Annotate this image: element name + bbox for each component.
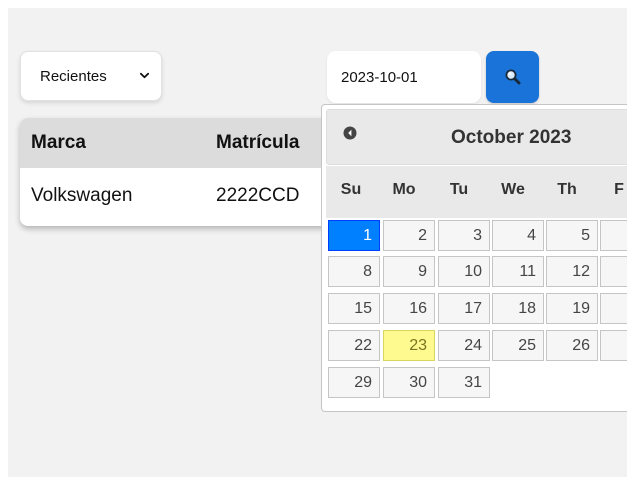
table-row[interactable]: Volkswagen 2222CCD: [20, 168, 330, 224]
day-cell[interactable]: 11: [492, 256, 544, 287]
search-button[interactable]: [486, 51, 539, 103]
day-cell[interactable]: 30: [383, 367, 435, 398]
day-cell[interactable]: 1: [600, 256, 627, 287]
vehicles-table: Marca Matrícula Volkswagen 2222CCD: [20, 118, 330, 226]
circle-arrow-left-icon[interactable]: [343, 126, 357, 140]
day-cell[interactable]: 23: [383, 330, 435, 361]
day-cell[interactable]: 4: [492, 220, 544, 251]
day-cell[interactable]: 15: [328, 293, 380, 324]
day-cell[interactable]: 29: [328, 367, 380, 398]
datepicker-popup: October 2023 Su Mo Tu We Th F 1 2 3 4 5 8 9 10 1…: [321, 104, 627, 412]
sort-select-value: Recientes: [40, 67, 107, 85]
column-header-matricula: Matrícula: [216, 132, 300, 153]
day-cell[interactable]: 31: [438, 367, 490, 398]
day-cell[interactable]: 9: [383, 256, 435, 287]
day-cell[interactable]: 3: [438, 220, 490, 251]
datepicker-header: October 2023: [326, 109, 627, 165]
day-cell[interactable]: 17: [438, 293, 490, 324]
sort-select[interactable]: Recientes: [20, 51, 162, 101]
day-cell[interactable]: 2: [383, 220, 435, 251]
day-cell[interactable]: 19: [546, 293, 598, 324]
day-cell[interactable]: 22: [328, 330, 380, 361]
day-cell[interactable]: 12: [546, 256, 598, 287]
weekday-label: Su: [340, 181, 362, 198]
day-cell[interactable]: 16: [383, 293, 435, 324]
weekday-label: Th: [557, 181, 577, 198]
day-cell[interactable]: 26: [546, 330, 598, 361]
cell-matricula: 2222CCD: [216, 185, 300, 206]
date-input-value: 2023-10-01: [341, 68, 418, 86]
cell-marca: Volkswagen: [31, 185, 133, 206]
weekday-label: Mo: [392, 181, 416, 198]
day-cell[interactable]: [600, 220, 627, 251]
weekday-label: Tu: [449, 181, 469, 198]
table-header: Marca Matrícula: [20, 118, 330, 168]
datepicker-month-title: October 2023: [451, 127, 572, 148]
day-cell[interactable]: 1: [328, 220, 380, 251]
column-header-marca: Marca: [31, 132, 86, 153]
day-cell[interactable]: 5: [546, 220, 598, 251]
day-cell[interactable]: 10: [438, 256, 490, 287]
weekday-header: Su Mo Tu We Th F: [326, 166, 627, 218]
day-cell[interactable]: 2: [600, 293, 627, 324]
magnifier-icon: [505, 69, 520, 85]
weekday-label: F: [614, 181, 624, 198]
day-cell[interactable]: 18: [492, 293, 544, 324]
weekday-label: We: [501, 181, 525, 198]
day-cell[interactable]: 25: [492, 330, 544, 361]
day-cell[interactable]: 24: [438, 330, 490, 361]
date-input[interactable]: 2023-10-01: [327, 51, 481, 103]
day-cell[interactable]: 2: [600, 330, 627, 361]
day-cell[interactable]: 8: [328, 256, 380, 287]
chevron-down-icon: [140, 72, 149, 79]
